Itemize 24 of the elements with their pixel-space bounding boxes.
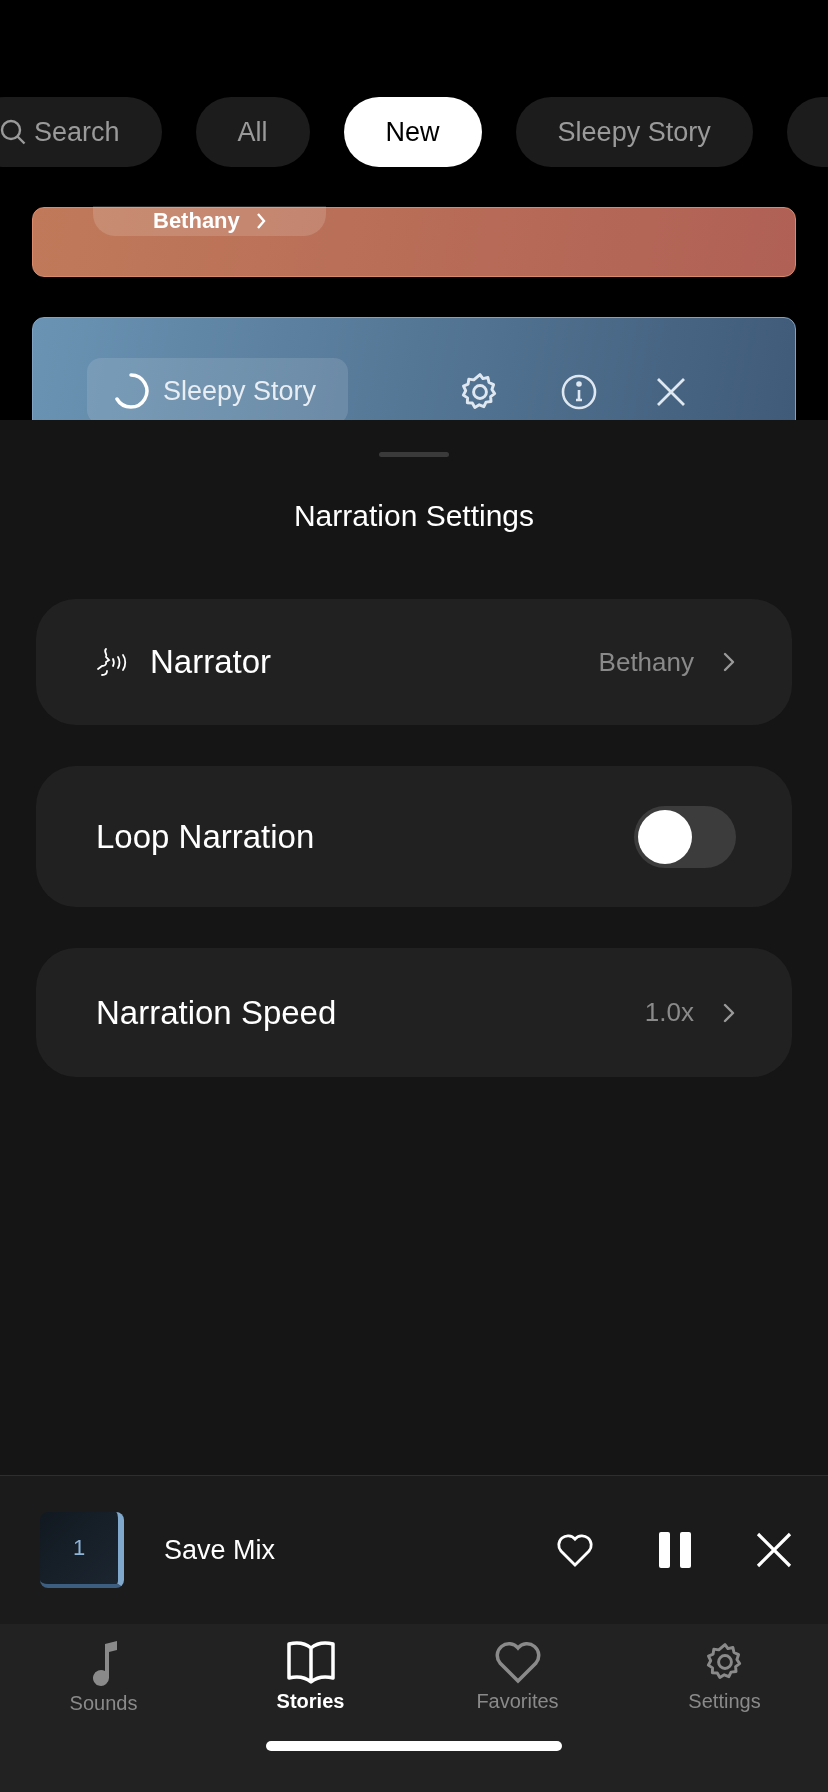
row-label: Loop Narration (96, 817, 316, 856)
mix-title: Save Mix (164, 1534, 277, 1566)
tab-item[interactable]: Stories (207, 1640, 414, 1715)
sheet-title: Narration Settings (293, 499, 535, 533)
book-icon (285, 1640, 336, 1684)
filter-chip[interactable]: New (343, 97, 482, 167)
tab-item[interactable]: Settings (621, 1640, 828, 1715)
info-icon[interactable] (560, 373, 599, 411)
search-icon (0, 119, 26, 145)
filter-chip[interactable]: All (195, 97, 310, 167)
tab-item[interactable]: Favorites (414, 1640, 621, 1715)
heart-icon (493, 1640, 542, 1684)
mix-artwork: 1 (40, 1512, 124, 1588)
chevron-icon (255, 212, 266, 230)
settings-row[interactable]: Narration Speed 1.0x (36, 948, 792, 1077)
heart-icon[interactable] (556, 1533, 594, 1567)
tab-item[interactable]: Sounds (0, 1640, 207, 1715)
pause-icon[interactable] (658, 1532, 692, 1568)
loading-spinner-icon (113, 373, 149, 409)
drag-handle[interactable] (379, 452, 449, 457)
filter-chip[interactable]: Sleepy Story (515, 97, 753, 167)
search-button[interactable]: Search (0, 97, 162, 167)
settings-row[interactable]: Narrator Bethany (36, 599, 792, 725)
chevron-icon (722, 650, 736, 674)
